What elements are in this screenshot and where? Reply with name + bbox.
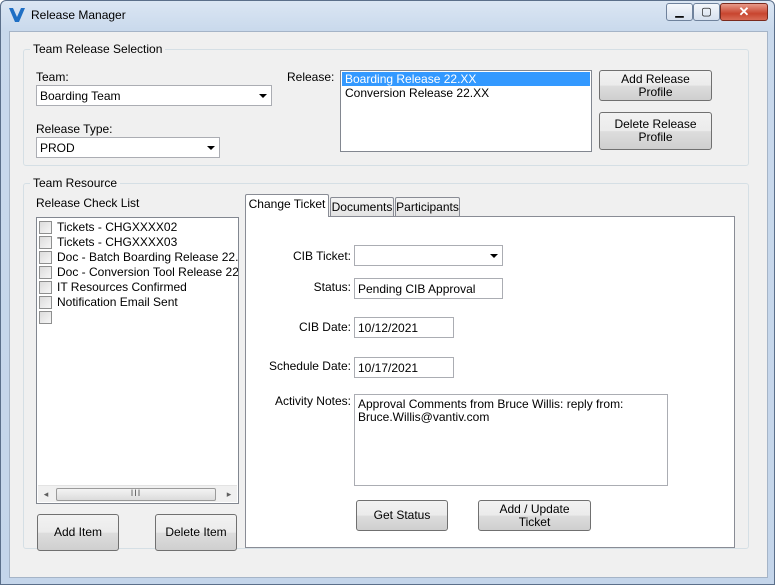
checkbox[interactable] [39, 221, 52, 234]
schedule-date-field[interactable]: 10/17/2021 [354, 357, 454, 378]
close-icon: ✕ [738, 4, 750, 19]
checklist-item-label: Doc - Batch Boarding Release 22.XX [57, 250, 239, 264]
release-list-item[interactable]: Boarding Release 22.XX [342, 72, 590, 86]
checkbox[interactable] [39, 311, 52, 324]
app-logo-icon [9, 8, 25, 22]
add-release-profile-button[interactable]: Add Release Profile [599, 70, 712, 101]
delete-release-profile-button[interactable]: Delete Release Profile [599, 112, 712, 150]
release-type-dropdown[interactable]: PROD [36, 137, 220, 158]
minimize-icon: ▁ [675, 6, 684, 18]
schedule-date-value: 10/17/2021 [358, 361, 419, 375]
release-checklist[interactable]: Tickets - CHGXXXX02 Tickets - CHGXXXX03 … [36, 217, 239, 504]
checklist-item-label: Doc - Conversion Tool Release 22.XX [57, 265, 239, 279]
cib-date-label: CIB Date: [298, 320, 351, 334]
window-client-area: Team Release Selection Team: Boarding Te… [9, 31, 768, 578]
scroll-left-icon[interactable]: ◂ [40, 489, 52, 500]
status-label: Status: [313, 280, 351, 294]
release-label: Release: [287, 70, 335, 84]
title-bar[interactable]: Release Manager ▁ ▢ ✕ [1, 1, 774, 29]
maximize-button[interactable]: ▢ [693, 3, 720, 21]
scroll-right-icon[interactable]: ▸ [223, 489, 235, 500]
checkbox[interactable] [39, 296, 52, 309]
get-status-button[interactable]: Get Status [356, 500, 448, 531]
checkbox[interactable] [39, 236, 52, 249]
tab-participants[interactable]: Participants [395, 197, 460, 217]
release-type-value: PROD [40, 141, 75, 155]
checkbox[interactable] [39, 281, 52, 294]
chevron-down-icon [259, 94, 267, 98]
checkbox[interactable] [39, 266, 52, 279]
group-title: Team Release Selection [30, 42, 166, 56]
team-dropdown[interactable]: Boarding Team [36, 85, 272, 106]
team-release-selection-group: Team Release Selection Team: Boarding Te… [23, 42, 749, 166]
release-type-label: Release Type: [36, 122, 113, 136]
checklist-item-label: Tickets - CHGXXXX03 [57, 235, 178, 249]
release-manager-window: Release Manager ▁ ▢ ✕ Team Release Selec… [0, 0, 775, 585]
add-update-ticket-button[interactable]: Add / Update Ticket [478, 500, 591, 531]
checklist-item-label: Tickets - CHGXXXX02 [57, 220, 178, 234]
activity-notes-label: Activity Notes: [274, 394, 351, 408]
checkbox[interactable] [39, 251, 52, 264]
tab-change-ticket[interactable]: Change Ticket [245, 194, 329, 217]
activity-notes-value: Approval Comments from Bruce Willis: rep… [358, 397, 624, 424]
team-dropdown-value: Boarding Team [40, 89, 121, 103]
team-label: Team: [36, 70, 69, 84]
status-field[interactable]: Pending CIB Approval [354, 278, 503, 299]
horizontal-scrollbar[interactable]: ◂ III ▸ [38, 485, 237, 502]
cib-ticket-label: CIB Ticket: [292, 249, 351, 263]
release-checklist-label: Release Check List [36, 196, 140, 210]
scrollbar-thumb[interactable]: III [56, 488, 216, 501]
schedule-date-label: Schedule Date: [268, 359, 351, 373]
checklist-item-label: IT Resources Confirmed [57, 280, 187, 294]
checklist-item-label: Notification Email Sent [57, 295, 178, 309]
cib-date-value: 10/12/2021 [358, 321, 419, 335]
change-ticket-panel: CIB Ticket: Status: Pending CIB Approval… [245, 216, 735, 548]
maximize-icon: ▢ [701, 6, 712, 18]
team-resource-group: Team Resource Release Check List Tickets… [23, 176, 749, 551]
close-button[interactable]: ✕ [720, 3, 768, 21]
group-title: Team Resource [30, 176, 121, 190]
release-list-item[interactable]: Conversion Release 22.XX [342, 86, 590, 100]
chevron-down-icon [207, 146, 215, 150]
tab-documents[interactable]: Documents [330, 197, 394, 217]
chevron-down-icon [490, 254, 498, 258]
cib-date-field[interactable]: 10/12/2021 [354, 317, 454, 338]
grip-icon: III [130, 488, 142, 498]
activity-notes-field[interactable]: Approval Comments from Bruce Willis: rep… [354, 394, 668, 486]
add-item-button[interactable]: Add Item [37, 514, 119, 551]
status-value: Pending CIB Approval [358, 282, 476, 296]
window-title: Release Manager [31, 8, 126, 22]
release-listbox[interactable]: Boarding Release 22.XX Conversion Releas… [340, 70, 592, 152]
minimize-button[interactable]: ▁ [666, 3, 693, 21]
delete-item-button[interactable]: Delete Item [155, 514, 237, 551]
cib-ticket-dropdown[interactable] [354, 245, 503, 266]
